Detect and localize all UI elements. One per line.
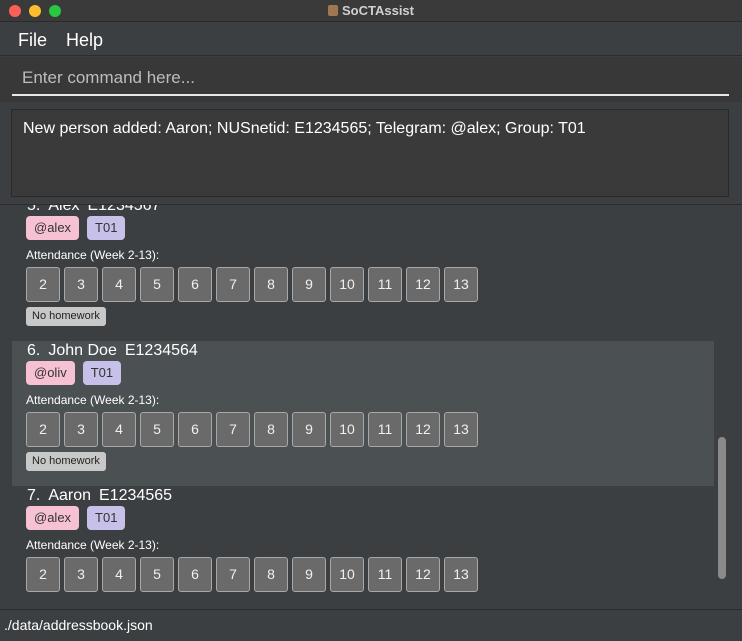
save-location-text: ./data/addressbook.json [4,617,153,633]
attendance-label: Attendance (Week 2-13): [26,538,160,552]
week-box: 8 [254,267,288,302]
week-box: 8 [254,412,288,447]
homework-badge: No homework [26,307,106,326]
week-box: 5 [140,267,174,302]
week-box: 7 [216,267,250,302]
person-nusnetid: E1234565 [99,487,173,504]
attendance-label: Attendance (Week 2-13): [26,248,160,262]
person-card[interactable]: 6. John Doe E1234564 @oliv T01 Attendance (We… [12,341,714,486]
week-box: 11 [368,557,402,592]
person-list[interactable]: 5. Alex E1234567 @alex T01 Attendance (Week 2… [0,204,742,608]
week-box: 6 [178,412,212,447]
attendance-weeks: 2 3 4 5 6 7 8 9 10 11 12 13 [26,412,482,447]
week-box: 5 [140,557,174,592]
week-box: 3 [64,557,98,592]
week-box: 10 [330,267,364,302]
week-box: 9 [292,412,326,447]
window-title: SoCTAssist [0,3,742,18]
command-box [0,57,742,102]
week-box: 5 [140,412,174,447]
week-box: 9 [292,267,326,302]
week-box: 10 [330,412,364,447]
week-box: 4 [102,267,136,302]
attendance-weeks: 2 3 4 5 6 7 8 9 10 11 12 13 [26,557,482,592]
person-card-header: 6. John Doe E1234564 [27,342,206,360]
week-box: 6 [178,557,212,592]
attendance-label: Attendance (Week 2-13): [26,393,160,407]
week-box: 4 [102,412,136,447]
week-box: 10 [330,557,364,592]
group-tag: T01 [87,506,126,530]
telegram-tag: @alex [26,506,80,530]
attendance-weeks: 2 3 4 5 6 7 8 9 10 11 12 13 [26,267,482,302]
person-card[interactable]: 5. Alex E1234567 @alex T01 Attendance (Week 2… [12,204,714,341]
menu-file[interactable]: File [18,30,47,51]
menu-bar: File Help [0,23,742,56]
person-index: 7. [27,487,41,504]
person-nusnetid: E1234567 [87,204,161,214]
scrollbar-thumb[interactable] [718,437,726,579]
menu-help[interactable]: Help [66,30,103,51]
title-bar: SoCTAssist [0,0,742,22]
person-name: Aaron [48,487,92,504]
week-box: 2 [26,412,60,447]
person-name: John Doe [48,342,117,359]
app-icon [328,5,338,16]
result-display-panel: New person added: Aaron; NUSnetid: E1234… [0,103,742,203]
week-box: 3 [64,267,98,302]
person-index: 6. [27,342,41,359]
week-box: 2 [26,267,60,302]
telegram-tag: @alex [26,216,80,240]
week-box: 3 [64,412,98,447]
person-nusnetid: E1234564 [124,342,198,359]
week-box: 2 [26,557,60,592]
group-tag: T01 [87,216,126,240]
week-box: 11 [368,267,402,302]
week-box: 4 [102,557,136,592]
tag-row: @alex T01 [26,506,133,530]
telegram-tag: @oliv [26,361,75,385]
person-card-header: 7. Aaron E1234565 [27,487,180,505]
week-box: 9 [292,557,326,592]
tag-row: @alex T01 [26,216,133,240]
week-box: 13 [444,557,478,592]
tag-row: @oliv T01 [26,361,129,385]
person-name: Alex [48,204,80,214]
person-index: 5. [27,204,41,214]
person-card-header: 5. Alex E1234567 [27,204,168,215]
week-box: 11 [368,412,402,447]
week-box: 7 [216,557,250,592]
week-box: 12 [406,267,440,302]
week-box: 12 [406,557,440,592]
week-box: 13 [444,412,478,447]
result-display[interactable]: New person added: Aaron; NUSnetid: E1234… [11,109,729,197]
week-box: 7 [216,412,250,447]
command-input[interactable] [12,61,729,96]
week-box: 13 [444,267,478,302]
week-box: 12 [406,412,440,447]
window-title-text: SoCTAssist [342,3,414,18]
person-card[interactable]: 7. Aaron E1234565 @alex T01 Attendance (Week … [12,486,714,608]
homework-badge: No homework [26,452,106,471]
group-tag: T01 [82,361,122,385]
week-box: 8 [254,557,288,592]
status-bar: ./data/addressbook.json [0,609,742,641]
week-box: 6 [178,267,212,302]
